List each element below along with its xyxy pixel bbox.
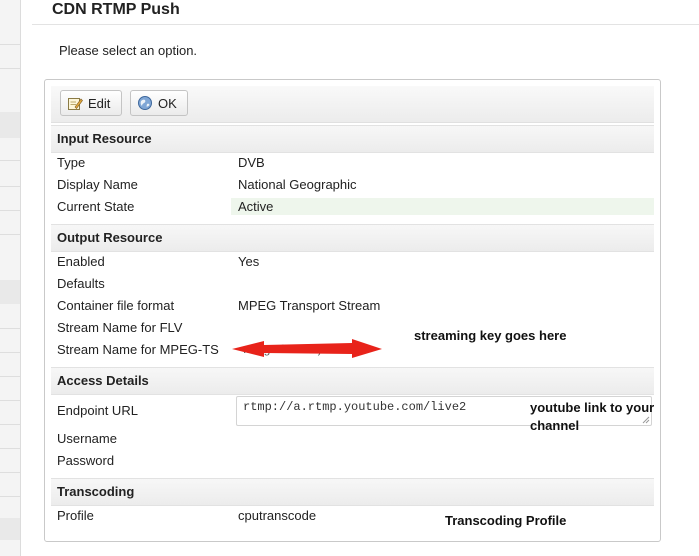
field-label: Enabled: [57, 254, 105, 269]
row-password: Password: [51, 450, 654, 472]
sidebar-divider: [0, 424, 20, 425]
ok-button-label: OK: [158, 95, 177, 111]
stream-key-value: ...-7gx-f28-2...): [243, 342, 322, 356]
field-label: Password: [57, 453, 115, 468]
section-input-resource: Input Resource: [51, 125, 654, 153]
field-label: Current State: [57, 199, 135, 214]
section-access-details: Access Details: [51, 367, 654, 395]
endpoint-url-value: rtmp://a.rtmp.youtube.com/live2: [243, 400, 467, 414]
globe-icon: [138, 96, 152, 110]
page-title: CDN RTMP Push: [52, 1, 180, 18]
status-value: Active: [238, 199, 274, 214]
annotation-youtube-link-line2: channel: [530, 418, 580, 433]
field-label: Username: [57, 431, 117, 446]
edit-button[interactable]: Edit: [60, 90, 122, 116]
sidebar-divider: [0, 160, 20, 161]
section-output-resource: Output Resource: [51, 224, 654, 252]
sidebar-strip: [0, 0, 21, 556]
sidebar-item[interactable]: [0, 518, 20, 540]
sidebar-item[interactable]: [0, 280, 20, 304]
row-type: Type DVB: [51, 152, 654, 174]
field-label: Type: [57, 155, 86, 170]
sidebar-divider: [0, 400, 20, 401]
annotation-transcoding-profile: Transcoding Profile: [445, 513, 567, 528]
field-value: cputranscode: [238, 508, 317, 523]
row-current-state: Current State Active: [51, 196, 654, 218]
row-defaults: Defaults: [51, 273, 654, 295]
title-bar: CDN RTMP Push: [32, 0, 699, 25]
sidebar-divider: [0, 234, 20, 235]
sidebar-divider: [0, 472, 20, 473]
sidebar-divider: [0, 44, 20, 45]
sidebar-item[interactable]: [0, 112, 20, 138]
sidebar-divider: [0, 328, 20, 329]
select-option-prompt: Please select an option.: [59, 43, 198, 58]
pencil-note-icon: [68, 98, 83, 110]
field-label: Defaults: [57, 276, 105, 291]
row-display-name: Display Name National Geographic: [51, 174, 654, 196]
annotation-streaming-key: streaming key goes here: [414, 328, 567, 343]
field-label: Endpoint URL: [57, 403, 138, 418]
sidebar-divider: [0, 186, 20, 187]
sidebar-divider: [0, 68, 20, 69]
ok-button[interactable]: OK: [130, 90, 188, 116]
field-label: Stream Name for FLV: [57, 320, 183, 335]
sidebar-divider: [0, 376, 20, 377]
details-panel: Edit OK Input Resource Type DVB Display …: [44, 79, 661, 542]
row-container-format: Container file format MPEG Transport Str…: [51, 295, 654, 317]
field-value: Yes: [238, 254, 260, 269]
edit-button-label: Edit: [88, 95, 111, 111]
resize-grip-icon[interactable]: [642, 416, 650, 424]
section-transcoding: Transcoding: [51, 478, 654, 506]
annotation-youtube-link-line1: youtube link to your: [530, 400, 655, 415]
sidebar-divider: [0, 448, 20, 449]
sidebar-divider: [0, 210, 20, 211]
row-enabled: Enabled Yes: [51, 251, 654, 273]
field-value: DVB: [238, 155, 265, 170]
field-label: Stream Name for MPEG-TS: [57, 342, 219, 357]
active-state-highlight: [231, 198, 654, 215]
field-value: MPEG Transport Stream: [238, 298, 381, 313]
toolbar: Edit OK: [51, 86, 654, 123]
sidebar-divider: [0, 496, 20, 497]
sidebar-divider: [0, 352, 20, 353]
field-value: National Geographic: [238, 177, 357, 192]
field-label: Display Name: [57, 177, 138, 192]
field-label: Container file format: [57, 298, 175, 313]
field-label: Profile: [57, 508, 94, 523]
